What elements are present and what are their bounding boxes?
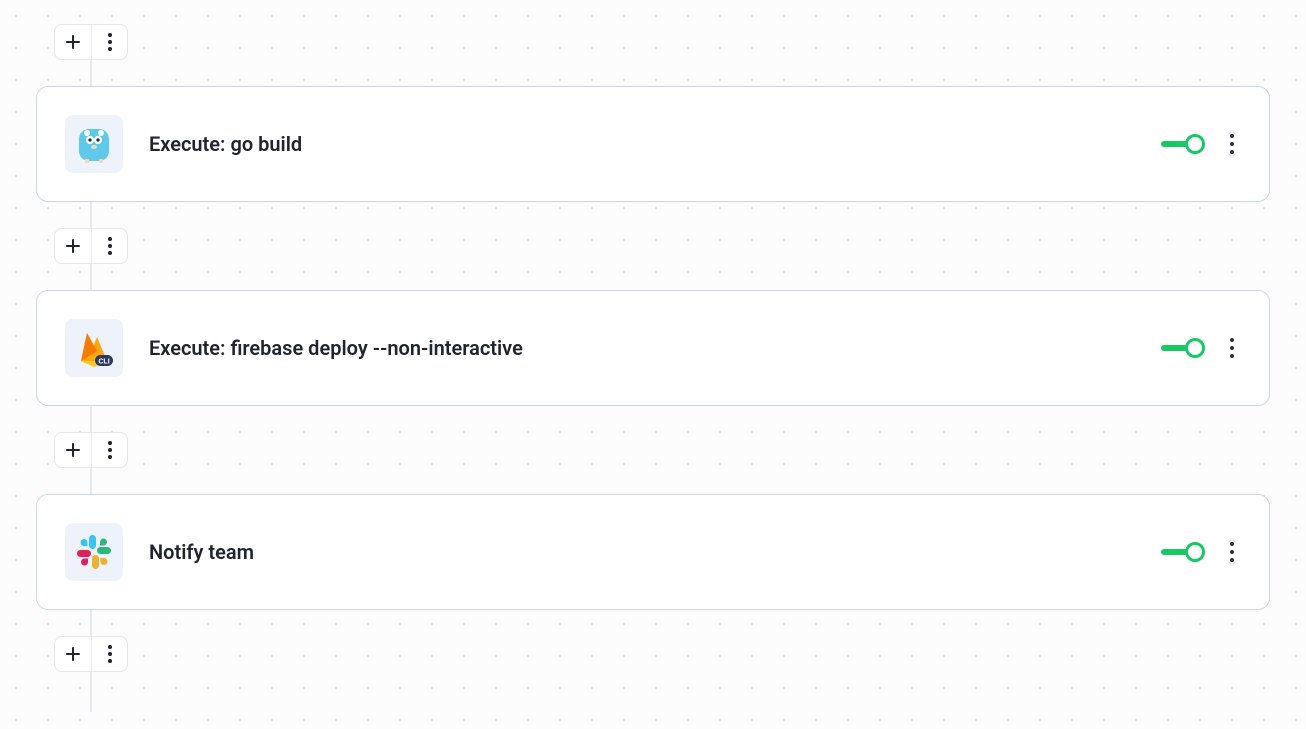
toggle-thumb xyxy=(1185,338,1205,358)
step-actions xyxy=(1161,128,1241,160)
firebase-cli-icon: CLI xyxy=(65,319,123,377)
go-icon xyxy=(65,115,123,173)
add-step-bar xyxy=(54,636,128,672)
step-bar-more-button[interactable] xyxy=(91,433,127,467)
more-vertical-icon xyxy=(1230,134,1234,154)
workflow-step[interactable]: Execute: go build xyxy=(36,86,1270,202)
step-bar-more-button[interactable] xyxy=(91,25,127,59)
step-title: Execute: firebase deploy --non-interacti… xyxy=(149,336,1161,360)
step-enabled-toggle[interactable] xyxy=(1161,338,1205,358)
more-vertical-icon xyxy=(108,645,112,663)
step-more-button[interactable] xyxy=(1223,128,1241,160)
toggle-thumb xyxy=(1185,134,1205,154)
toggle-thumb xyxy=(1185,542,1205,562)
more-vertical-icon xyxy=(1230,542,1234,562)
add-step-button[interactable] xyxy=(55,229,91,263)
add-step-bar xyxy=(54,432,128,468)
plus-icon xyxy=(65,646,81,662)
workflow-flow: Execute: go build xyxy=(36,24,1270,672)
step-enabled-toggle[interactable] xyxy=(1161,542,1205,562)
step-actions xyxy=(1161,332,1241,364)
step-title: Notify team xyxy=(149,540,1161,564)
step-enabled-toggle[interactable] xyxy=(1161,134,1205,154)
add-step-button[interactable] xyxy=(55,433,91,467)
add-step-bar xyxy=(54,24,128,60)
plus-icon xyxy=(65,34,81,50)
add-step-button[interactable] xyxy=(55,637,91,671)
more-vertical-icon xyxy=(108,441,112,459)
step-actions xyxy=(1161,536,1241,568)
step-more-button[interactable] xyxy=(1223,332,1241,364)
plus-icon xyxy=(65,442,81,458)
slack-icon xyxy=(65,523,123,581)
workflow-step[interactable]: Notify team xyxy=(36,494,1270,610)
plus-icon xyxy=(65,238,81,254)
step-bar-more-button[interactable] xyxy=(91,637,127,671)
step-title: Execute: go build xyxy=(149,132,1161,156)
svg-text:CLI: CLI xyxy=(98,359,109,366)
workflow-canvas: Execute: go build xyxy=(0,0,1306,729)
step-more-button[interactable] xyxy=(1223,536,1241,568)
more-vertical-icon xyxy=(1230,338,1234,358)
more-vertical-icon xyxy=(108,237,112,255)
more-vertical-icon xyxy=(108,33,112,51)
step-bar-more-button[interactable] xyxy=(91,229,127,263)
add-step-button[interactable] xyxy=(55,25,91,59)
add-step-bar xyxy=(54,228,128,264)
workflow-step[interactable]: CLI Execute: firebase deploy --non-inter… xyxy=(36,290,1270,406)
